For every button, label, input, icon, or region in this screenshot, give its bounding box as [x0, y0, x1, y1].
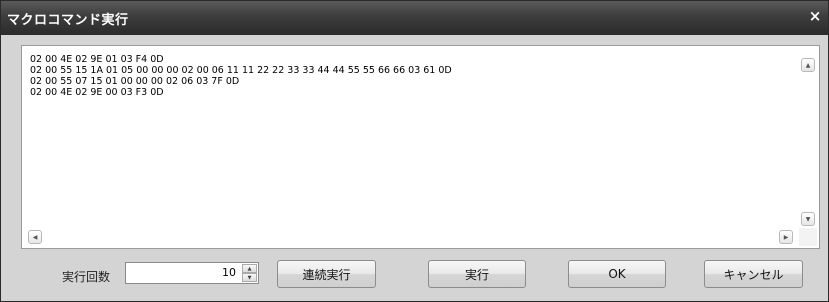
controls-bar: 実行回数 10 ▲ ▼ 連続実行 実行 OK キャンセル	[1, 255, 828, 295]
stepper-down-icon[interactable]: ▼	[242, 273, 257, 282]
vertical-scrollbar[interactable]: ▲ ▼	[799, 50, 817, 226]
title-bar[interactable]: マクロコマンド実行 ×	[1, 1, 828, 35]
repeat-count-value[interactable]: 10	[222, 266, 236, 279]
command-editor-panel: 02 00 4E 02 9E 01 03 F4 0D 02 00 55 15 1…	[21, 45, 820, 249]
scroll-down-icon[interactable]: ▼	[801, 212, 815, 226]
stepper-up-icon[interactable]: ▲	[242, 264, 257, 273]
scroll-left-icon[interactable]: ◀	[28, 230, 42, 244]
close-icon[interactable]: ×	[806, 7, 824, 25]
cancel-button[interactable]: キャンセル	[704, 260, 803, 288]
ok-button[interactable]: OK	[568, 260, 666, 288]
execute-button[interactable]: 実行	[428, 260, 526, 288]
macro-command-dialog: マクロコマンド実行 × 02 00 4E 02 9E 01 03 F4 0D 0…	[0, 0, 829, 302]
continuous-execute-button[interactable]: 連続実行	[277, 260, 376, 288]
repeat-count-stepper[interactable]: 10 ▲ ▼	[125, 262, 259, 284]
stepper-buttons: ▲ ▼	[242, 264, 257, 282]
scrollbar-corner	[799, 228, 817, 246]
command-textarea[interactable]: 02 00 4E 02 9E 01 03 F4 0D 02 00 55 15 1…	[30, 54, 791, 226]
horizontal-scrollbar[interactable]: ◀ ▶	[24, 228, 797, 246]
repeat-count-label: 実行回数	[62, 270, 111, 284]
dialog-title: マクロコマンド実行	[7, 12, 129, 28]
scroll-right-icon[interactable]: ▶	[779, 230, 793, 244]
scroll-up-icon[interactable]: ▲	[801, 58, 815, 72]
